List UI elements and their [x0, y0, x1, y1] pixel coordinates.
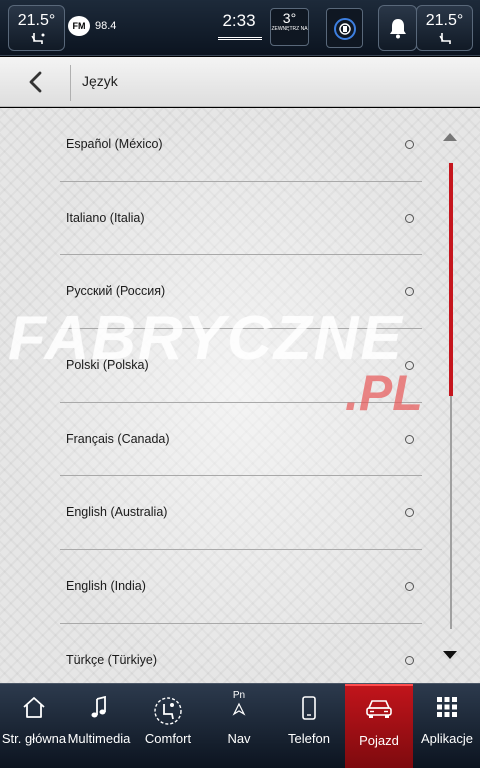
chevron-left-icon	[29, 71, 42, 93]
language-option-label: Español (México)	[66, 137, 163, 151]
home-icon	[23, 697, 45, 718]
language-option[interactable]: Français (Canada)	[60, 403, 422, 477]
bell-icon	[390, 19, 406, 39]
radio-button[interactable]	[405, 213, 414, 223]
clock: 2:33	[222, 11, 256, 30]
nav-label-comfort: Comfort	[144, 731, 192, 746]
radio-button[interactable]	[405, 582, 414, 592]
scroll-down-arrow-icon[interactable]	[443, 651, 457, 659]
radio-button[interactable]	[405, 287, 414, 297]
outside-temp-label: ZEWNĘTRZ NA	[271, 26, 308, 32]
notifications-button[interactable]	[378, 5, 417, 51]
back-button[interactable]	[22, 69, 50, 95]
nav-item-apps[interactable]: Aplikacje	[414, 684, 480, 768]
climate-right-button[interactable]: 21.5°	[416, 5, 473, 51]
language-option[interactable]: English (Australia)	[60, 476, 422, 551]
radio-band-badge[interactable]: FM	[68, 16, 90, 36]
language-option[interactable]: English (India)	[60, 550, 422, 624]
nav-label-phone: Telefon	[288, 731, 330, 746]
radio-button[interactable]	[405, 140, 414, 149]
language-option[interactable]: Italiano (Italia)	[60, 182, 422, 256]
nav-arrow-icon	[232, 702, 246, 716]
nav-direction-label: Pn	[232, 690, 246, 701]
seat-icon	[439, 33, 451, 44]
nav-item-vehicle[interactable]: Pojazd	[345, 684, 413, 768]
phone-icon	[302, 696, 316, 720]
scrollbar-thumb[interactable]	[449, 163, 453, 396]
radio-button[interactable]	[405, 508, 414, 518]
page-title: Język	[82, 73, 118, 89]
language-option[interactable]: Polski (Polska)	[60, 329, 422, 403]
language-option-label: Français (Canada)	[66, 431, 170, 446]
apps-grid-icon	[437, 697, 457, 717]
radio-button[interactable]	[405, 655, 414, 665]
language-option[interactable]: Русский (Россия)	[60, 255, 422, 330]
bottom-navigation: Str. główna Multimedia Comfort Pn Nav Te…	[0, 683, 480, 768]
nav-label-multimedia: Multimedia	[67, 731, 131, 746]
climate-left-temp: 21.5°	[17, 12, 56, 29]
nav-item-nav[interactable]: Pn Nav	[205, 684, 273, 768]
outside-temp-value: 3°	[282, 10, 297, 26]
outside-temperature: 3° ZEWNĘTRZ NA	[270, 8, 309, 46]
language-option-label: English (Australia)	[66, 505, 168, 520]
climate-right-temp: 21.5°	[425, 12, 464, 29]
language-list-area[interactable]: Español (México) Italiano (Italia) Русский…	[0, 108, 480, 683]
heated-seat-icon	[31, 33, 45, 44]
nav-item-comfort[interactable]: Comfort	[134, 684, 202, 768]
nav-item-multimedia[interactable]: Multimedia	[65, 684, 133, 768]
language-option-label: Türkçe (Türkiye)	[66, 652, 157, 667]
music-note-icon	[91, 696, 106, 718]
language-list: Español (México) Italiano (Italia) Русский…	[60, 108, 422, 683]
climate-left-button[interactable]: 21.5°	[8, 5, 65, 51]
scroll-up-arrow-icon[interactable]	[443, 133, 457, 141]
nav-label-apps: Aplikacje	[420, 731, 474, 746]
drive-mode-button[interactable]	[326, 8, 363, 48]
nav-label-nav: Nav	[227, 731, 251, 746]
nav-label-home: Str. główna	[1, 731, 67, 746]
nav-item-home[interactable]: Str. główna	[0, 684, 68, 768]
radio-button[interactable]	[405, 361, 414, 371]
page-header: Język	[0, 57, 480, 107]
comfort-seat-icon	[154, 697, 182, 725]
nav-label-vehicle: Pojazd	[359, 733, 399, 748]
language-option-label: English (India)	[66, 579, 146, 594]
language-option-label: Русский (Россия)	[66, 284, 166, 299]
status-bar: 21.5° FM 98.4 2:33 3° ZEWNĘTRZ NA 21.5°	[0, 0, 480, 56]
header-divider	[70, 65, 71, 101]
language-option-label: Italiano (Italia)	[66, 210, 145, 225]
clock-underline	[218, 37, 262, 40]
car-icon	[366, 700, 392, 718]
language-option[interactable]: Türkçe (Türkiye)	[60, 624, 422, 683]
radio-frequency[interactable]: 98.4	[95, 20, 116, 32]
language-option-label: Polski (Polska)	[66, 358, 149, 373]
drive-mode-icon	[334, 18, 356, 40]
language-option[interactable]: Español (México)	[60, 108, 422, 182]
radio-button[interactable]	[405, 434, 414, 444]
nav-item-phone[interactable]: Telefon	[275, 684, 343, 768]
